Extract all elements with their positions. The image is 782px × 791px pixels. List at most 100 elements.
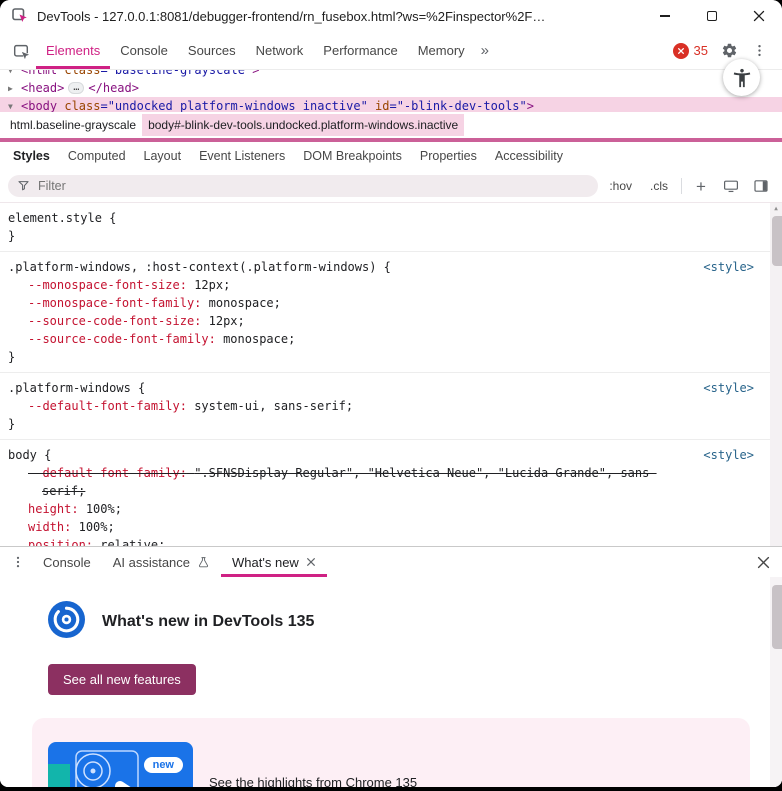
dom-node-html[interactable]: ▼ <html class="baseline-grayscale"> bbox=[8, 70, 782, 79]
css-declaration-overridden[interactable]: --default-font-family: ".SFNSDisplay-Reg… bbox=[8, 464, 663, 500]
tab-computed[interactable]: Computed bbox=[59, 142, 135, 170]
style-source-link[interactable]: <style> bbox=[703, 258, 754, 276]
devtools-logo bbox=[48, 601, 85, 643]
tab-properties[interactable]: Properties bbox=[411, 142, 486, 170]
maximize-button[interactable] bbox=[688, 0, 735, 32]
accessibility-overlay-button[interactable] bbox=[723, 59, 760, 96]
tab-dom-breakpoints[interactable]: DOM Breakpoints bbox=[294, 142, 411, 170]
filter-funnel-icon bbox=[17, 179, 30, 197]
body-id-attr-value: ="-blink-dev-tools" bbox=[389, 99, 527, 112]
devtools-window: DevTools - 127.0.0.1:8081/debugger-front… bbox=[0, 0, 782, 787]
dom-node-head[interactable]: ▶ <head>… </head> bbox=[8, 79, 782, 97]
css-property: --default-font-family: bbox=[28, 399, 187, 413]
drawer-menu-button[interactable] bbox=[4, 547, 32, 577]
css-declaration[interactable]: --monospace-font-size: 12px; bbox=[8, 276, 663, 294]
whats-new-header: What's new in DevTools 135 bbox=[0, 577, 782, 643]
styles-pane: element.style { } .platform-windows, :ho… bbox=[0, 203, 782, 546]
css-value: 12px; bbox=[194, 278, 231, 292]
css-declaration[interactable]: height: 100%; bbox=[8, 500, 663, 518]
css-rule[interactable]: .platform-windows { <style> --default-fo… bbox=[0, 373, 782, 440]
styles-filter-input[interactable] bbox=[8, 175, 599, 197]
breadcrumb-item-body[interactable]: body#-blink-dev-tools.undocked.platform-… bbox=[142, 114, 465, 136]
css-declaration[interactable]: --source-code-font-family: monospace; bbox=[8, 330, 663, 348]
tab-layout[interactable]: Layout bbox=[135, 142, 191, 170]
css-property: --source-code-font-family: bbox=[28, 332, 216, 346]
inline-style-rule[interactable]: element.style { } bbox=[0, 203, 782, 252]
console-error-counter[interactable]: 35 bbox=[667, 32, 714, 69]
css-declaration[interactable]: position: relative; bbox=[8, 536, 663, 546]
close-drawer-button[interactable] bbox=[748, 547, 778, 577]
minimize-button[interactable] bbox=[641, 0, 688, 32]
css-property: --default-font-family: bbox=[28, 466, 187, 480]
breadcrumb-item-html[interactable]: html.baseline-grayscale bbox=[4, 114, 142, 136]
new-badge: new bbox=[143, 757, 183, 773]
styles-sidebar-tabbar: Styles Computed Layout Event Listeners D… bbox=[0, 140, 782, 170]
css-declaration[interactable]: --default-font-family: system-ui, sans-s… bbox=[8, 397, 663, 415]
collapsed-arrow-icon[interactable]: ▶ bbox=[8, 80, 21, 98]
dom-node-body-selected[interactable]: ▼ <body class="undocked platform-windows … bbox=[0, 97, 782, 112]
tab-styles[interactable]: Styles bbox=[4, 142, 59, 170]
accessibility-person-icon bbox=[733, 68, 750, 87]
scrollbar-thumb[interactable] bbox=[772, 216, 782, 266]
kebab-menu-icon bbox=[16, 556, 20, 568]
toggle-sidebar-button[interactable] bbox=[748, 173, 774, 199]
close-window-button[interactable] bbox=[735, 0, 782, 32]
highlights-card[interactable]: new See the highlights from Chrome 135 bbox=[32, 718, 750, 787]
rule-selector: body { bbox=[8, 448, 52, 462]
styles-filter-box bbox=[8, 175, 599, 197]
main-toolbar: Elements Console Sources Network Perform… bbox=[0, 32, 782, 70]
scrollbar-thumb[interactable] bbox=[772, 585, 782, 649]
minimize-icon bbox=[659, 15, 670, 17]
styles-scrollbar[interactable]: ▲ bbox=[770, 203, 782, 546]
style-source-link[interactable]: <style> bbox=[703, 379, 754, 397]
tab-event-listeners[interactable]: Event Listeners bbox=[190, 142, 294, 170]
css-property: position: bbox=[28, 538, 94, 546]
css-value: 100%; bbox=[78, 520, 115, 534]
style-source-link[interactable]: <style> bbox=[703, 446, 754, 464]
tab-performance[interactable]: Performance bbox=[313, 32, 407, 69]
drawer-scrollbar[interactable] bbox=[770, 577, 782, 787]
dom-expand-button[interactable]: … bbox=[68, 82, 85, 94]
tab-accessibility[interactable]: Accessibility bbox=[486, 142, 572, 170]
highlights-thumbnail[interactable]: new bbox=[48, 742, 193, 787]
rule-close-brace: } bbox=[8, 350, 16, 364]
devtools-favicon bbox=[12, 7, 28, 26]
expanded-arrow-icon[interactable]: ▼ bbox=[8, 98, 21, 112]
css-property: --source-code-font-size: bbox=[28, 314, 202, 328]
drawer-tab-ai-assistance[interactable]: AI assistance bbox=[102, 547, 221, 577]
css-rule[interactable]: body { <style> --default-font-family: ".… bbox=[0, 440, 782, 546]
drawer-tab-label: What's new bbox=[232, 554, 299, 570]
tab-elements[interactable]: Elements bbox=[36, 32, 111, 69]
elements-dom-tree: ▼ <html class="baseline-grayscale"> ▶ <hea… bbox=[0, 70, 782, 112]
scroll-up-arrow-icon[interactable]: ▲ bbox=[770, 203, 782, 215]
maximize-icon bbox=[706, 11, 717, 21]
error-badge-icon bbox=[672, 42, 689, 59]
rule-close-brace: } bbox=[8, 229, 16, 243]
inspect-element-button[interactable] bbox=[6, 32, 36, 69]
highlights-card-text: See the highlights from Chrome 135 bbox=[209, 774, 418, 788]
head-close-tag: </head> bbox=[88, 81, 139, 95]
close-tab-icon[interactable] bbox=[306, 557, 316, 567]
more-panels-button[interactable]: » bbox=[475, 32, 495, 69]
error-count: 35 bbox=[693, 43, 708, 58]
tab-sources[interactable]: Sources bbox=[178, 32, 246, 69]
css-value: 100%; bbox=[85, 502, 122, 516]
css-declaration[interactable]: --monospace-font-family: monospace; bbox=[8, 294, 663, 312]
toggle-element-state-button[interactable]: :hov bbox=[602, 175, 639, 197]
chevron-double-icon: » bbox=[480, 42, 490, 59]
tab-network[interactable]: Network bbox=[246, 32, 314, 69]
whats-new-title: What's new in DevTools 135 bbox=[102, 613, 315, 630]
close-icon bbox=[757, 556, 769, 568]
rendering-emulations-button[interactable] bbox=[718, 173, 744, 199]
new-style-rule-button[interactable]: + bbox=[688, 173, 714, 199]
see-all-new-features-button[interactable]: See all new features bbox=[48, 664, 196, 695]
tab-memory[interactable]: Memory bbox=[408, 32, 475, 69]
html-tag-close: > bbox=[252, 70, 260, 77]
element-classes-button[interactable]: .cls bbox=[643, 175, 675, 197]
css-declaration[interactable]: width: 100%; bbox=[8, 518, 663, 536]
tab-console[interactable]: Console bbox=[110, 32, 178, 69]
css-rule[interactable]: .platform-windows, :host-context(.platfo… bbox=[0, 252, 782, 373]
css-declaration[interactable]: --source-code-font-size: 12px; bbox=[8, 312, 663, 330]
drawer-tab-whats-new[interactable]: What's new bbox=[221, 547, 327, 577]
drawer-tab-console[interactable]: Console bbox=[32, 547, 102, 577]
